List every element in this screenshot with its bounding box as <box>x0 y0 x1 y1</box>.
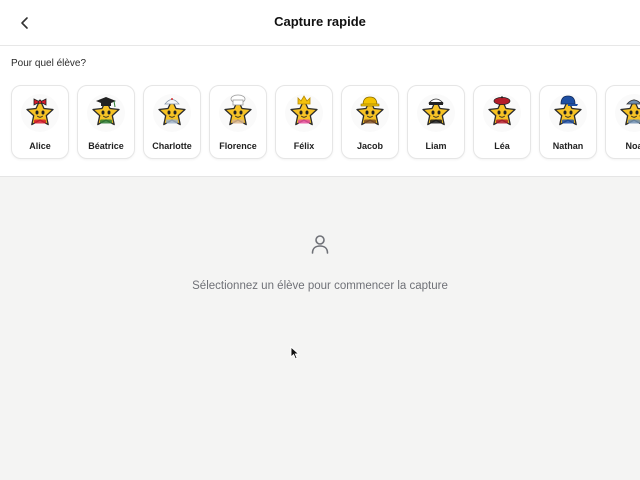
student-name: Florence <box>219 141 257 151</box>
student-picker-label: Pour quel élève? <box>11 58 87 69</box>
student-picker: Pour quel élève? Alice Béatrice Charlotte F… <box>0 46 640 177</box>
student-name: Félix <box>293 141 315 151</box>
student-avatar-icon <box>416 93 456 133</box>
student-avatar-icon <box>86 93 126 133</box>
person-icon <box>311 235 329 254</box>
student-list[interactable]: Alice Béatrice Charlotte Florence Félix Jacob… <box>11 85 640 159</box>
student-name: Nathan <box>552 141 584 151</box>
empty-state-message: Sélectionnez un élève pour commencer la … <box>192 280 448 292</box>
student-avatar-icon <box>20 93 60 133</box>
student-card-beatrice[interactable]: Béatrice <box>77 85 135 159</box>
student-card-jacob[interactable]: Jacob <box>341 85 399 159</box>
student-name: Noa <box>625 141 640 151</box>
student-avatar-icon <box>482 93 522 133</box>
student-name: Charlotte <box>152 141 192 151</box>
top-bar: Capture rapide <box>0 0 640 46</box>
page-title: Capture rapide <box>274 14 366 29</box>
student-avatar-icon <box>152 93 192 133</box>
student-card-felix[interactable]: Félix <box>275 85 333 159</box>
student-avatar-icon <box>284 93 324 133</box>
student-name: Léa <box>494 141 510 151</box>
student-card-noa[interactable]: Noa <box>605 85 640 159</box>
student-card-liam[interactable]: Liam <box>407 85 465 159</box>
student-card-lea[interactable]: Léa <box>473 85 531 159</box>
student-name: Jacob <box>356 141 383 151</box>
student-avatar-icon <box>350 93 390 133</box>
student-avatar-icon <box>614 93 640 133</box>
empty-state: Sélectionnez un élève pour commencer la … <box>0 177 640 480</box>
student-card-florence[interactable]: Florence <box>209 85 267 159</box>
student-name: Liam <box>425 141 447 151</box>
student-card-alice[interactable]: Alice <box>11 85 69 159</box>
student-avatar-icon <box>548 93 588 133</box>
student-name: Alice <box>29 141 51 151</box>
student-card-charlotte[interactable]: Charlotte <box>143 85 201 159</box>
student-card-nathan[interactable]: Nathan <box>539 85 597 159</box>
quick-capture-screen: Capture rapide Pour quel élève? Alice Béa… <box>0 0 640 480</box>
student-avatar-icon <box>218 93 258 133</box>
student-name: Béatrice <box>88 141 124 151</box>
mouse-cursor-icon <box>290 346 300 360</box>
